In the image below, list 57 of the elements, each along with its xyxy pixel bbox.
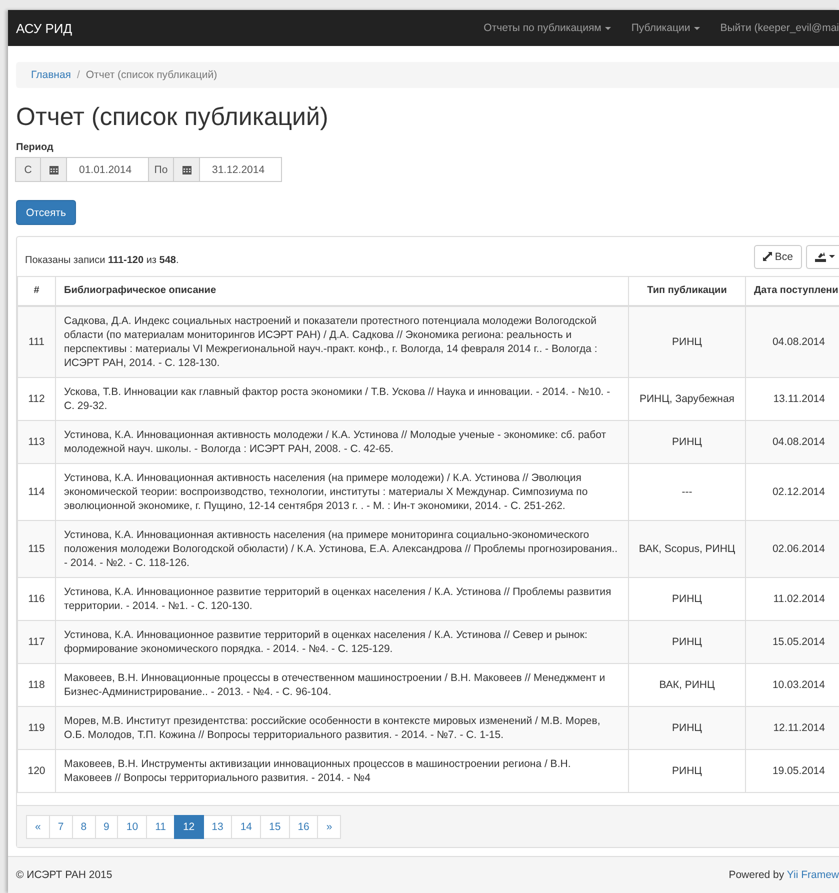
page-link[interactable]: 15 (260, 815, 290, 839)
filter-button[interactable]: Отсеять (16, 200, 76, 225)
page-link[interactable]: « (26, 815, 50, 839)
framework-link[interactable]: Yii Framew (786, 869, 839, 881)
tray-arrow-icon (815, 252, 826, 262)
nav-link[interactable]: Отчеты по публикациям (484, 22, 612, 34)
page-link[interactable]: 11 (146, 815, 175, 839)
table-cell: РИНЦ (628, 420, 746, 464)
powered-by-text: Powered by Yii Framew (728, 869, 839, 881)
table-cell: Устинова, К.А. Инновационная активность населения (на примере мониторинга социально-экономического положения молодежи Вологодской обюласти) / К.А. Устинова, Е.А. Александрова // Проблемы прогнозирования.. - 2014. - №2. - С. 118-126. (56, 520, 628, 578)
page-link[interactable]: 8 (72, 815, 96, 839)
addon-label: По (148, 157, 174, 182)
table-cell: РИНЦ (628, 620, 746, 664)
caret-icon (829, 255, 835, 258)
calendar-icon (182, 164, 192, 174)
caret-icon (694, 26, 700, 30)
table-cell: Садкова, Д.А. Индекс социальных настроений и показатели протестного потенциала молодежи Вологодской области (по материалам мониторингов ИСЭРТ РАН) / Д.А. Садкова // Экономика региона: реальность и перспективы : материалы VI Межрегиональной науч.-практ. конф., г. Вологда, 14 февраля 2014 г.. - Вологда : ИСЭРТ РАН, 2014. - С. 128-130. (56, 306, 628, 378)
date-field[interactable]: 31.12.2014 (199, 157, 282, 182)
nav-link[interactable]: Выйти (keeper_evil@mai (720, 22, 839, 34)
table-cell: РИНЦ (628, 306, 746, 378)
page-link[interactable]: 13 (202, 815, 232, 839)
export-button[interactable] (806, 244, 839, 268)
period-label: Период (16, 142, 54, 153)
page-link[interactable]: 16 (288, 815, 318, 839)
page-title: Отчет (список публикаций) (16, 103, 330, 132)
table-cell: 119 (18, 706, 56, 750)
calendar-icon (48, 164, 58, 174)
page-link[interactable]: 14 (231, 815, 262, 839)
expand-icon (762, 252, 772, 261)
page-link[interactable]: » (317, 815, 342, 839)
addon-label: С (15, 157, 41, 182)
table-cell: РИНЦ (628, 706, 746, 750)
table-cell: 111 (18, 306, 56, 378)
page-link[interactable]: 10 (117, 815, 148, 839)
page-link[interactable]: 9 (94, 815, 118, 839)
caret-icon (605, 26, 612, 30)
table-cell: Устинова, К.А. Инновационное развитие территорий в оценках населения / К.А. Устинова // Север и рынок: формирование экономического порядка. - 2014. - №4. - С. 125-129. (56, 620, 628, 664)
brand-link[interactable]: АСУ РИД (16, 20, 72, 36)
table-cell: Маковеев, В.Н. Инструменты активизации инновационных процессов в машиностроении региона / В.Н. Маковеев // Вопросы территориального развития. - 2014. - №4 (56, 750, 628, 792)
table-cell: 115 (18, 520, 56, 578)
summary-text: Показаны записи 111-120 из 548. (25, 254, 180, 266)
breadcrumb-current: Отчет (список публикаций) (86, 69, 218, 81)
breadcrumb-link[interactable]: Главная (31, 69, 71, 81)
breadcrumb-separator: / (76, 69, 81, 81)
table-cell: Устинова, К.А. Инновационная активность молодежи / К.А. Устинова // Молодые ученые - экономике: сб. работ молодежной науч. школы. - Вологда : ИСЭРТ РАН, 2008. - С. 42-65. (56, 420, 628, 464)
table-cell: 117 (18, 620, 56, 664)
table-cell: РИНЦ (628, 750, 746, 792)
page-link[interactable]: 7 (48, 815, 73, 839)
table-cell: 120 (18, 750, 56, 792)
page-link[interactable]: 12 (174, 815, 204, 839)
show-all-button[interactable]: Все (754, 244, 802, 268)
nav-link[interactable]: Публикации (631, 22, 700, 34)
table-cell: Морев, М.В. Институт президентства: российские особенности в контексте мировых изменений / М.В. Морев, О.Б. Молодов, Т.П. Кожина // Вопросы территориального развития. - 2014. - №7. - С. 1-15. (56, 706, 628, 750)
table-cell: ВАК, Scopus, РИНЦ (628, 520, 746, 578)
copyright-text: © ИСЭРТ РАН 2015 (16, 869, 112, 881)
table-cell: 113 (18, 420, 56, 464)
date-field[interactable]: 01.01.2014 (66, 157, 149, 182)
